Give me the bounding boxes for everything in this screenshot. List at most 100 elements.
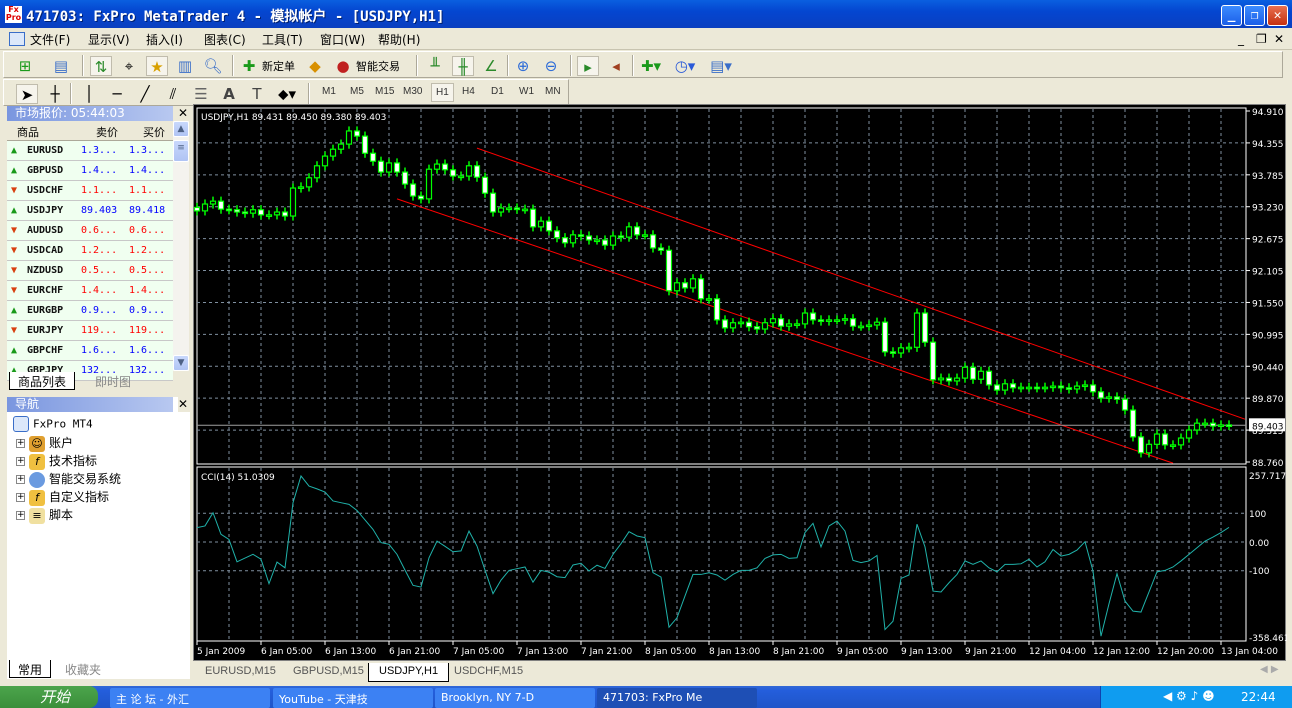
chart-tab-gbpusd[interactable]: GBPUSD,M15 — [283, 663, 374, 682]
market-watch-row[interactable]: ▲ GBPUSD 1.4... 1.4... — [7, 161, 173, 181]
strategy-tester-icon[interactable]: 🔍︎ — [202, 56, 224, 76]
profiles-icon[interactable]: ▤ — [50, 56, 72, 76]
market-watch-close-button[interactable]: ✕ — [178, 106, 188, 121]
scroll-down-button[interactable]: ▼ — [173, 355, 189, 371]
menu-view[interactable]: 显示(V) — [88, 31, 130, 48]
chart-window[interactable]: 94.910 94.355 93.785 93.230 92.675 92.105 91.5… — [193, 104, 1287, 662]
market-watch-row[interactable]: ▼ USDCHF 1.1... 1.1... — [7, 181, 173, 201]
task-brooklyn[interactable]: Brooklyn, NY 7-D — [435, 688, 595, 708]
timeframe-h1[interactable]: H1 — [431, 83, 454, 102]
navigator-close-button[interactable]: ✕ — [178, 397, 190, 412]
nav-scripts[interactable]: + ≡ 脚本 — [16, 506, 73, 524]
candlestick-chart-icon[interactable]: ╫ — [452, 56, 474, 76]
timeframe-m30[interactable]: M30 — [403, 86, 422, 97]
market-watch-row[interactable]: ▼ EURJPY 119... 119... — [7, 321, 173, 341]
tab-scroll-arrows[interactable]: ◀ ▶ — [1260, 664, 1279, 675]
nav-experts[interactable]: + 智能交易系统 — [16, 470, 121, 488]
timeframe-m1[interactable]: M1 — [322, 86, 336, 97]
crosshair-icon[interactable]: ┼ — [44, 84, 66, 104]
text-icon[interactable]: A — [218, 84, 240, 104]
nav-accounts[interactable]: + ☺ 账户 — [16, 434, 73, 452]
bar-chart-icon[interactable]: ╨ — [424, 56, 446, 76]
menu-tools[interactable]: 工具(T) — [262, 31, 303, 48]
text-label-icon[interactable]: T — [246, 84, 268, 104]
market-watch-row[interactable]: ▲ EURGBP 0.9... 0.9... — [7, 301, 173, 321]
tab-common[interactable]: 常用 — [9, 660, 52, 678]
new-chart-icon[interactable]: ⊞ — [14, 56, 36, 76]
templates-icon[interactable]: ▤▾ — [710, 56, 732, 76]
menu-charts[interactable]: 图表(C) — [204, 31, 246, 48]
scroll-thumb[interactable]: ≡ — [173, 140, 189, 162]
vertical-line-icon[interactable]: │ — [78, 84, 100, 104]
timeframe-m5[interactable]: M5 — [350, 86, 364, 97]
child-close-button[interactable]: ✕ — [1274, 32, 1284, 46]
child-minimize-button[interactable]: _ — [1238, 32, 1244, 46]
expert-advisors-button[interactable]: 智能交易 — [356, 58, 400, 74]
periods-icon[interactable]: ◷▾ — [674, 56, 696, 76]
zoom-in-icon[interactable]: ⊕ — [512, 56, 534, 76]
chart-tab-usdchf[interactable]: USDCHF,M15 — [444, 663, 533, 682]
tab-favorites[interactable]: 收藏夹 — [57, 660, 109, 678]
line-chart-icon[interactable]: ∠ — [480, 56, 502, 76]
chart-tab-usdjpy[interactable]: USDJPY,H1 — [368, 663, 450, 682]
child-restore-button[interactable]: ❐ — [1256, 32, 1267, 46]
nav-custom-indicators[interactable]: + f 自定义指标 — [16, 488, 109, 506]
nav-indicators[interactable]: + f 技术指标 — [16, 452, 97, 470]
new-order-button[interactable]: 新定单 — [262, 58, 295, 74]
warning-icon[interactable]: ◆ — [304, 56, 326, 76]
terminal-icon[interactable]: ▥ — [174, 56, 196, 76]
column-symbol[interactable]: 商品 — [17, 124, 39, 140]
market-watch-icon[interactable]: ⇅ — [90, 56, 112, 76]
arrows-icon[interactable]: ⬥▾ — [276, 84, 298, 104]
start-button[interactable]: 开始 — [0, 686, 98, 708]
task-forum[interactable]: 主 论 坛 - 外汇 — [110, 688, 270, 708]
market-watch-row[interactable]: ▲ USDJPY 89.403 89.418 — [7, 201, 173, 221]
market-watch-row[interactable]: ▼ AUDUSD 0.6... 0.6... — [7, 221, 173, 241]
task-youtube[interactable]: YouTube - 天津技 — [273, 688, 433, 708]
trendline-icon[interactable]: ╱ — [134, 84, 156, 104]
menu-insert[interactable]: 插入(I) — [146, 31, 183, 48]
data-window-icon[interactable]: ⌖ — [118, 56, 140, 76]
fibonacci-icon[interactable]: ☰ — [190, 84, 212, 104]
candle — [673, 278, 681, 296]
chart-canvas[interactable]: 94.910 94.355 93.785 93.230 92.675 92.105 91.5… — [194, 105, 1287, 662]
market-watch-row[interactable]: ▲ EURUSD 1.3... 1.3... — [7, 141, 173, 161]
cursor-icon[interactable]: ➤ — [16, 84, 38, 104]
menu-file[interactable]: 文件(F) — [30, 31, 70, 48]
horizontal-line-icon[interactable]: ─ — [106, 84, 128, 104]
column-ask[interactable]: 买价 — [143, 124, 165, 140]
new-order-icon[interactable]: ✚ — [238, 56, 260, 76]
tray-icons[interactable]: ◀ ⚙ ♪ ☻ — [1163, 689, 1215, 703]
timeframe-mn[interactable]: MN — [545, 86, 561, 97]
tab-symbols[interactable]: 商品列表 — [9, 372, 76, 390]
candle-body-bear — [1009, 383, 1017, 389]
close-button[interactable]: ✕ — [1267, 5, 1288, 26]
chart-tab-eurusd[interactable]: EURUSD,M15 — [195, 663, 286, 682]
timeframe-d1[interactable]: D1 — [491, 86, 504, 97]
chart-shift-icon[interactable]: ◂ — [605, 56, 627, 76]
scroll-up-button[interactable]: ▲ — [173, 121, 189, 137]
minimize-button[interactable]: _ — [1221, 5, 1242, 26]
timeframe-h4[interactable]: H4 — [462, 86, 475, 97]
maximize-button[interactable]: ❐ — [1244, 5, 1265, 26]
market-watch-row[interactable]: ▲ GBPCHF 1.6... 1.6... — [7, 341, 173, 361]
menu-window[interactable]: 窗口(W) — [320, 31, 365, 48]
timeframe-w1[interactable]: W1 — [519, 86, 534, 97]
navigator-icon[interactable]: ★ — [146, 56, 168, 76]
auto-scroll-icon[interactable]: ▸ — [577, 56, 599, 76]
zoom-out-icon[interactable]: ⊖ — [540, 56, 562, 76]
market-watch-row[interactable]: ▼ USDCAD 1.2... 1.2... — [7, 241, 173, 261]
expert-advisors-icon[interactable]: ● — [332, 56, 354, 76]
equidistant-channel-icon[interactable]: ⫽ — [162, 84, 184, 104]
task-metatrader[interactable]: 471703: FxPro Me — [597, 688, 757, 708]
market-watch-scrollbar[interactable]: ▲ ≡ ▼ — [173, 121, 189, 371]
indicators-icon[interactable]: ✚▾ — [640, 56, 662, 76]
title-bar[interactable]: Fx Pro 471703: FxPro MetaTrader 4 - 模拟帐户 … — [0, 0, 1292, 28]
column-bid[interactable]: 卖价 — [96, 124, 118, 140]
market-watch-row[interactable]: ▼ NZDUSD 0.5... 0.5... — [7, 261, 173, 281]
menu-help[interactable]: 帮助(H) — [378, 31, 420, 48]
timeframe-m15[interactable]: M15 — [375, 86, 394, 97]
nav-root[interactable]: FxPro MT4 — [13, 416, 93, 434]
market-watch-row[interactable]: ▼ EURCHF 1.4... 1.4... — [7, 281, 173, 301]
tab-tick-chart[interactable]: 即时图 — [87, 372, 139, 390]
